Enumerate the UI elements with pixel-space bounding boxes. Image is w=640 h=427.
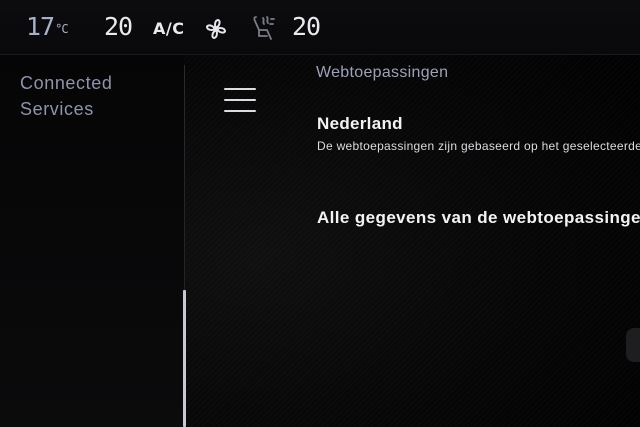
page-title: Webtoepassingen bbox=[316, 64, 449, 81]
hamburger-icon-line bbox=[224, 99, 256, 101]
side-handle[interactable] bbox=[626, 328, 640, 362]
driver-temperature[interactable]: 20 bbox=[104, 12, 133, 41]
all-webapp-data-item[interactable]: Alle gegevens van de webtoepassingen bbox=[317, 208, 640, 228]
fan-icon[interactable] bbox=[202, 15, 230, 43]
outside-temperature-unit: °C bbox=[55, 22, 68, 36]
country-selection-title[interactable]: Nederland bbox=[317, 114, 403, 134]
country-selection-description: De webtoepassingen zijn gebaseerd op het… bbox=[317, 139, 640, 153]
ac-button[interactable]: A/C bbox=[153, 19, 184, 38]
seat-airflow-icon[interactable] bbox=[250, 14, 276, 44]
hamburger-icon-line bbox=[224, 110, 256, 112]
infotainment-screen: 17°C 20 A/C 20 Connected Services Webtoe… bbox=[0, 0, 640, 427]
sidebar-title: Connected Services bbox=[20, 73, 113, 119]
sidebar: Connected Services bbox=[0, 55, 184, 427]
outside-temperature: 17°C bbox=[26, 12, 69, 41]
scrollbar[interactable] bbox=[183, 290, 186, 427]
hamburger-icon-line bbox=[224, 88, 256, 90]
climate-bar: 17°C 20 A/C 20 bbox=[0, 0, 640, 55]
menu-button[interactable] bbox=[222, 86, 258, 116]
passenger-temperature[interactable]: 20 bbox=[292, 12, 321, 41]
